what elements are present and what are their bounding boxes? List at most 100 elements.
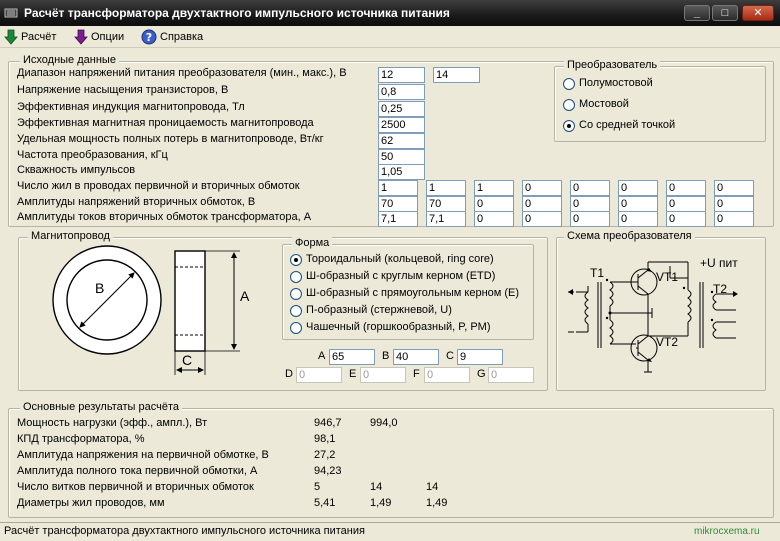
strands-input-5[interactable]: 0 [570,180,610,196]
dim-c-input-label: C [446,350,454,362]
supply-voltage-label: Диапазон напряжений питания преобразоват… [17,67,347,79]
title-bar: Расчёт трансформатора двухтактного импул… [0,0,780,26]
close-button[interactable]: ✕ [742,5,774,21]
frequency-label: Частота преобразования, кГц [17,149,168,161]
permeability-input[interactable]: 2500 [378,117,425,133]
shape-toroid-label[interactable]: Тороидальный (кольцевой, ring core) [306,253,494,265]
secondary-voltage-input-8[interactable]: 0 [714,196,754,212]
secondary-current-input-7[interactable]: 0 [666,211,706,227]
shape-u-radio[interactable] [290,305,302,317]
induction-label: Эффективная индукция магнитопровода, Тл [17,101,245,113]
core-title: Магнитопровод [28,230,113,242]
options-button[interactable]: Опции [74,29,124,45]
dim-g-input[interactable]: 0 [488,367,534,383]
strands-label: Число жил в проводах первичной и вторичн… [17,180,300,192]
center-tap-label[interactable]: Со средней точкой [579,119,675,131]
shape-pot-label[interactable]: Чашечный (горшкообразный, P, PM) [306,321,491,333]
arrow-down-purple-icon [74,29,88,45]
secondary-current-input-5[interactable]: 0 [570,211,610,227]
strands-input-1[interactable]: 1 [378,180,418,196]
secondary-voltages-label: Амплитуды напряжений вторичных обмоток, … [17,196,256,208]
saturation-voltage-label: Напряжение насыщения транзисторов, В [17,84,229,96]
secondary-current-input-4[interactable]: 0 [522,211,562,227]
half-bridge-label[interactable]: Полумостовой [579,77,653,89]
dim-d-input-label: D [285,368,293,380]
dim-f-input-label: F [413,368,420,380]
induction-input[interactable]: 0,25 [378,101,425,117]
vt1-label: VT1 [656,270,679,284]
duty-label: Скважность импульсов [17,164,136,176]
shape-etd-label[interactable]: Ш-образный с круглым керном (ETD) [306,270,495,282]
secondary-voltage-input-2[interactable]: 70 [426,196,466,212]
dim-c-input[interactable]: 9 [457,349,503,365]
secondary-current-input-6[interactable]: 0 [618,211,658,227]
dim-f-input[interactable]: 0 [424,367,470,383]
dim-a-input[interactable]: 65 [329,349,375,365]
app-window: Расчёт трансформатора двухтактного импул… [0,0,780,541]
strands-input-6[interactable]: 0 [618,180,658,196]
supply-voltage-max-input[interactable]: 14 [433,67,480,83]
secondary-current-input-8[interactable]: 0 [714,211,754,227]
secondary-current-input-1[interactable]: 7,1 [378,211,418,227]
window-title: Расчёт трансформатора двухтактного импул… [24,6,450,20]
secondary-voltage-input-7[interactable]: 0 [666,196,706,212]
shape-pot-radio[interactable] [290,322,302,334]
help-icon: ? [141,29,157,45]
dim-b-input[interactable]: 40 [393,349,439,365]
calculate-button[interactable]: Расчёт [4,29,56,45]
shape-etd-radio[interactable] [290,271,302,283]
result-primary-voltage: 27,2 [314,449,336,461]
dim-e-input[interactable]: 0 [360,367,406,383]
secondary-current-input-2[interactable]: 7,1 [426,211,466,227]
duty-input[interactable]: 1,05 [378,164,425,180]
maximize-button[interactable]: □ [712,5,738,21]
strands-input-8[interactable]: 0 [714,180,754,196]
results-title: Основные результаты расчёта [20,401,182,413]
svg-text:?: ? [146,31,152,44]
options-label: Опции [91,31,125,43]
dim-d-input[interactable]: 0 [296,367,342,383]
loss-power-input[interactable]: 62 [378,133,425,149]
result-turns-primary: 5 [314,481,321,493]
t1-label: T1 [590,266,605,280]
arrow-down-green-icon [4,29,18,45]
shape-e-radio[interactable] [290,288,302,300]
strands-input-2[interactable]: 1 [426,180,466,196]
shape-toroid-radio[interactable] [290,254,302,266]
frequency-input[interactable]: 50 [378,149,425,165]
strands-input-7[interactable]: 0 [666,180,706,196]
dim-c-label: C [182,352,193,368]
dim-a-input-label: A [318,350,326,362]
result-label-turns: Число витков первичной и вторичных обмот… [17,481,254,493]
shape-u-label[interactable]: П-образный (стержневой, U) [306,304,452,316]
shape-e-label[interactable]: Ш-образный с прямоугольным керном (E) [306,287,519,299]
dim-b-label: B [95,280,105,296]
schema-title: Схема преобразователя [564,230,695,242]
result-diameter-primary: 5,41 [314,497,336,509]
secondary-voltage-input-4[interactable]: 0 [522,196,562,212]
strands-input-3[interactable]: 1 [474,180,514,196]
toroid-drawing [52,245,240,375]
converter-title: Преобразователь [564,59,661,71]
supply-voltage-min-input[interactable]: 12 [378,67,425,83]
bridge-label[interactable]: Мостовой [579,98,629,110]
center-tap-radio[interactable] [563,120,575,132]
dim-g-input-label: G [477,368,486,380]
secondary-voltage-input-5[interactable]: 0 [570,196,610,212]
bridge-radio[interactable] [563,99,575,111]
minimize-button[interactable]: _ [684,5,710,21]
secondary-currents-label: Амплитуды токов вторичных обмоток трансф… [17,211,312,223]
secondary-voltage-input-3[interactable]: 0 [474,196,514,212]
secondary-voltage-input-1[interactable]: 70 [378,196,418,212]
secondary-voltage-input-6[interactable]: 0 [618,196,658,212]
half-bridge-radio[interactable] [563,78,575,90]
permeability-label: Эффективная магнитная проницаемость магн… [17,117,314,129]
secondary-current-input-3[interactable]: 0 [474,211,514,227]
strands-input-4[interactable]: 0 [522,180,562,196]
help-button[interactable]: ? Справка [141,29,203,45]
result-efficiency: 98,1 [314,433,336,445]
t2-label: T2 [713,282,728,296]
saturation-voltage-input[interactable]: 0,8 [378,84,425,100]
input-data-title: Исходные данные [20,54,119,66]
dim-e-input-label: E [349,368,357,380]
